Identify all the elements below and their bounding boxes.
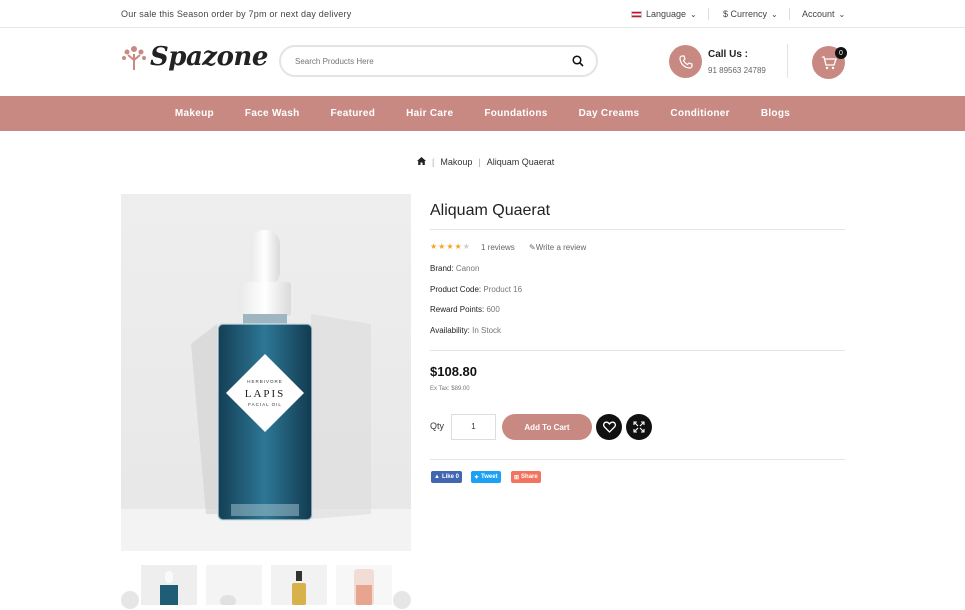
call-us-title: Call Us : bbox=[708, 49, 749, 60]
thumbs-up-icon: ▲ bbox=[434, 474, 440, 480]
star-empty-icon: ★ bbox=[462, 242, 471, 251]
call-us-number: 91 89563 24789 bbox=[708, 66, 766, 75]
bottle-sub-text: FACIAL OIL bbox=[248, 402, 282, 407]
write-review-label: Write a review bbox=[535, 243, 587, 252]
ex-tax-price: Ex Tax: $89.00 bbox=[430, 386, 470, 392]
reward-points-value: 600 bbox=[486, 305, 500, 314]
availability-value: In Stock bbox=[472, 326, 502, 335]
nav-item-foundations[interactable]: Foundations bbox=[484, 108, 547, 119]
product-code-label: Product Code: bbox=[430, 285, 482, 294]
nav-item-face-wash[interactable]: Face Wash bbox=[245, 108, 300, 119]
share-label: Share bbox=[521, 474, 538, 480]
currency-label: $ Currency bbox=[723, 9, 768, 19]
product-code-row: Product Code: Product 16 bbox=[430, 285, 522, 294]
nav-item-conditioner[interactable]: Conditioner bbox=[670, 108, 729, 119]
phone-icon[interactable] bbox=[669, 45, 702, 78]
chevron-down-icon: ⌄ bbox=[771, 9, 778, 19]
cart-icon bbox=[821, 55, 837, 69]
star-filled-icon: ★ bbox=[454, 242, 463, 251]
expand-icon bbox=[633, 421, 645, 433]
divider bbox=[430, 350, 845, 351]
account-dropdown[interactable]: Account ⌄ bbox=[802, 9, 845, 19]
tweet-label: Tweet bbox=[481, 474, 498, 480]
next-arrow-icon[interactable] bbox=[393, 591, 411, 609]
prev-arrow-icon[interactable] bbox=[121, 591, 139, 609]
thumbnail[interactable] bbox=[336, 565, 392, 605]
share-button[interactable]: ⊞ Share bbox=[511, 471, 541, 483]
breadcrumb: | Makoup | Aliquam Quaerat bbox=[417, 157, 554, 167]
breadcrumb-separator: | bbox=[432, 157, 435, 167]
like-label: Like 0 bbox=[441, 474, 459, 480]
top-bar: Our sale this Season order by 7pm or nex… bbox=[0, 0, 965, 28]
reward-points-label: Reward Points: bbox=[430, 305, 485, 314]
nav-item-blogs[interactable]: Blogs bbox=[761, 108, 790, 119]
nav-item-day-creams[interactable]: Day Creams bbox=[579, 108, 640, 119]
currency-dropdown[interactable]: $ Currency ⌄ bbox=[723, 9, 778, 19]
search-icon[interactable] bbox=[572, 54, 584, 72]
divider bbox=[430, 229, 845, 230]
nav-item-hair-care[interactable]: Hair Care bbox=[406, 108, 453, 119]
plus-icon: ⊞ bbox=[514, 474, 520, 481]
availability-row: Availability: In Stock bbox=[430, 326, 501, 335]
logo[interactable]: Spazone bbox=[121, 42, 268, 72]
breadcrumb-item[interactable]: Aliquam Quaerat bbox=[487, 157, 555, 167]
chevron-down-icon: ⌄ bbox=[690, 9, 697, 19]
reviews-link[interactable]: 1 reviews bbox=[481, 243, 515, 252]
tweet-button[interactable]: ✦ Tweet bbox=[471, 471, 501, 483]
product-price: $108.80 bbox=[430, 364, 477, 379]
search-bar bbox=[279, 45, 598, 77]
divider bbox=[708, 8, 709, 20]
add-to-cart-button[interactable]: Add To Cart bbox=[502, 414, 592, 440]
facebook-like-button[interactable]: ▲ Like 0 bbox=[431, 471, 462, 483]
thumbnail[interactable] bbox=[141, 565, 197, 605]
heart-icon bbox=[602, 421, 616, 433]
star-filled-icon: ★ bbox=[446, 242, 455, 251]
divider bbox=[787, 44, 788, 78]
flag-icon bbox=[631, 10, 642, 18]
divider bbox=[430, 459, 845, 460]
logo-text: Spazone bbox=[150, 42, 268, 72]
brand-value[interactable]: Canon bbox=[456, 264, 480, 273]
language-dropdown[interactable]: Language ⌄ bbox=[631, 9, 697, 19]
bottle-name-text: LAPIS bbox=[245, 388, 286, 400]
star-filled-icon: ★ bbox=[430, 242, 439, 251]
pencil-icon: ✎ bbox=[529, 243, 536, 252]
nav-item-featured[interactable]: Featured bbox=[331, 108, 376, 119]
write-review-link[interactable]: ✎Write a review bbox=[529, 243, 586, 252]
thumbnail[interactable] bbox=[271, 565, 327, 605]
brand-label: Brand: bbox=[430, 264, 454, 273]
language-label: Language bbox=[646, 9, 687, 19]
product-code-value: Product 16 bbox=[483, 285, 523, 294]
bottle-brand-text: HERBIVORE bbox=[247, 379, 283, 384]
breadcrumb-separator: | bbox=[478, 157, 481, 167]
chevron-down-icon: ⌄ bbox=[838, 9, 846, 19]
search-input[interactable] bbox=[295, 56, 565, 66]
product-main-image[interactable]: HERBIVORE LAPIS FACIAL OIL bbox=[121, 194, 411, 551]
nav-item-makeup[interactable]: Makeup bbox=[175, 108, 214, 119]
qty-input[interactable]: 1 bbox=[451, 414, 496, 440]
brand-row: Brand: Canon bbox=[430, 264, 479, 273]
wishlist-button[interactable] bbox=[596, 414, 622, 440]
thumbnail-strip bbox=[121, 565, 411, 609]
product-title: Aliquam Quaerat bbox=[430, 202, 551, 219]
account-label: Account bbox=[802, 9, 835, 19]
reward-points-row: Reward Points: 600 bbox=[430, 305, 500, 314]
twitter-icon: ✦ bbox=[474, 474, 480, 481]
promo-text: Our sale this Season order by 7pm or nex… bbox=[121, 9, 352, 19]
compare-button[interactable] bbox=[626, 414, 652, 440]
breadcrumb-item[interactable]: Makoup bbox=[440, 157, 472, 167]
site-header: Spazone Call Us : 91 89563 24789 0 bbox=[0, 28, 965, 96]
cart-count-badge: 0 bbox=[835, 47, 847, 59]
availability-label: Availability: bbox=[430, 326, 470, 335]
qty-label: Qty bbox=[430, 421, 445, 431]
home-icon[interactable] bbox=[417, 157, 426, 167]
thumbnail[interactable] bbox=[206, 565, 262, 607]
divider bbox=[789, 8, 790, 20]
leaf-logo-icon bbox=[121, 42, 147, 72]
rating-stars: ★★★★★ bbox=[430, 242, 471, 251]
main-nav: Makeup Face Wash Featured Hair Care Foun… bbox=[0, 96, 965, 131]
